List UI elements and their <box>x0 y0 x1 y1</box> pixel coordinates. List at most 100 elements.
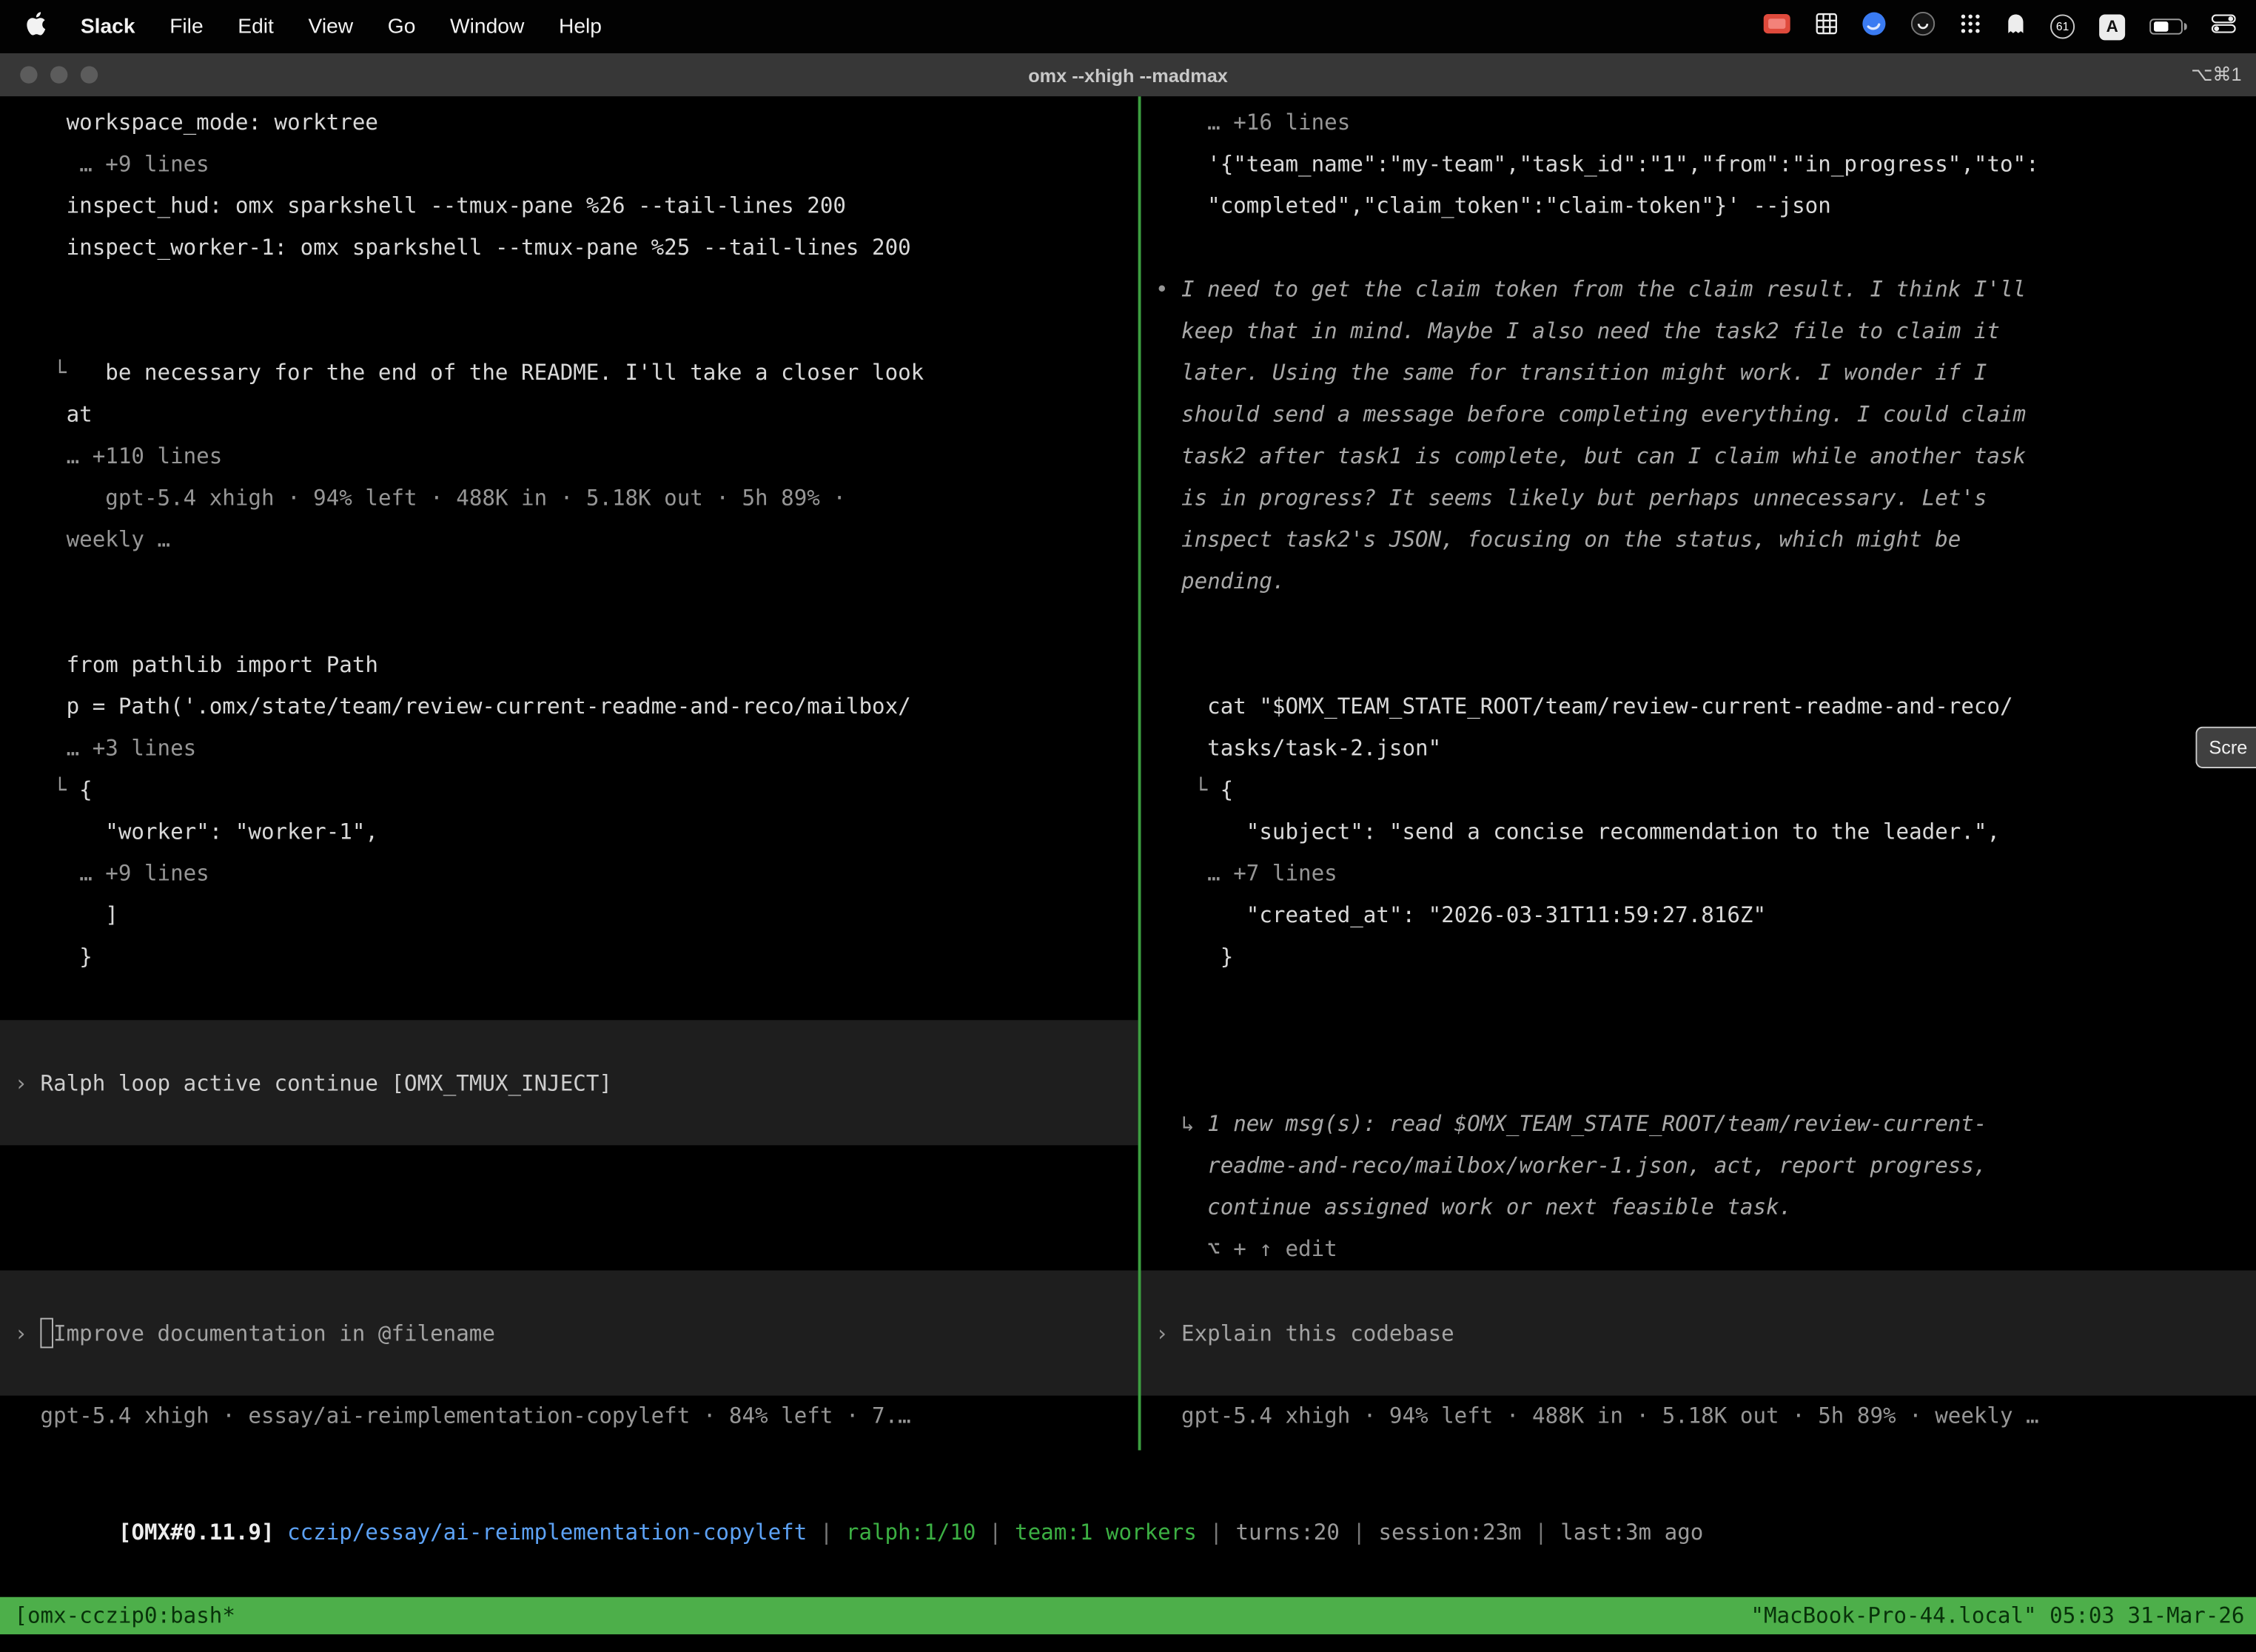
session-duration: session:23m <box>1378 1520 1521 1545</box>
terminal: workspace_mode: worktree … +9 lines insp… <box>0 96 2256 1450</box>
window-shortcut-hint: ⌥⌘1 <box>2191 64 2241 87</box>
config-line: workspace_mode: worktree <box>14 102 1138 144</box>
code-line: from pathlib import Path <box>14 645 1138 686</box>
collapsed-lines-indicator: … +9 lines <box>14 144 1138 185</box>
turns-counter: turns:20 <box>1235 1520 1339 1545</box>
usage-stats: gpt-5.4 xhigh · 94% left · 488K in · 5.1… <box>14 477 1138 519</box>
tmux-status-bar: [omx-cczip0:bash* "MacBook-Pro-44.local"… <box>0 1597 2256 1635</box>
thinking-text: keep that in mind. Maybe I also need the… <box>1155 311 2256 352</box>
command-continuation: "completed","claim_token":"claim-token"}… <box>1155 186 2256 227</box>
window-title: omx --xhigh --madmax <box>1028 64 1228 86</box>
battery-fill <box>2153 22 2169 32</box>
blank-line <box>1155 1062 2256 1104</box>
command-output: at <box>14 394 1138 436</box>
collapsed-lines-indicator: … +16 lines <box>1155 102 2256 144</box>
thinking-text: pending. <box>1155 561 2256 602</box>
menu-item-view[interactable]: View <box>309 15 354 38</box>
zoom-button[interactable] <box>81 66 98 83</box>
omx-status-line: [OMX#0.11.9]cczip/essay/ai-reimplementat… <box>14 1471 2256 1512</box>
text-cursor <box>41 1318 53 1349</box>
json-output: └{ <box>1155 770 2256 811</box>
thinking-text: is in progress? It seems likely but perh… <box>1155 477 2256 519</box>
json-output: └{ <box>14 770 1138 811</box>
prompt-suggestion[interactable]: ›Explain this codebase <box>1141 1270 2256 1395</box>
menu-item-file[interactable]: File <box>169 15 203 38</box>
blank-line <box>14 561 1138 602</box>
code-line: cat "$OMX_TEAM_STATE_ROOT/team/review-cu… <box>1155 686 2256 728</box>
prompt-icon: › <box>14 1320 27 1346</box>
screenshot-chip[interactable]: Scre <box>2196 727 2256 768</box>
blank-line <box>14 1145 1138 1186</box>
battery-icon[interactable] <box>2149 19 2187 35</box>
json-output: } <box>1155 936 2256 978</box>
elbow-icon: └ <box>53 360 67 386</box>
tmux-hostname-clock: "MacBook-Pro-44.local" 05:03 31-Mar-26 <box>1750 1603 2244 1629</box>
menu-item-help[interactable]: Help <box>559 15 602 38</box>
omx-version: [OMX#0.11.9] <box>118 1520 275 1545</box>
app-menu-slack[interactable]: Slack <box>81 15 135 38</box>
control-center-icon[interactable] <box>2212 13 2236 39</box>
dots-grid-icon[interactable] <box>1960 13 1981 41</box>
apple-menu-icon[interactable] <box>26 12 46 42</box>
bottom-strip <box>0 1634 2256 1651</box>
omx-status-area: [OMX#0.11.9]cczip/essay/ai-reimplementat… <box>0 1450 2256 1596</box>
ralph-counter: ralph:1/10 <box>846 1520 976 1545</box>
code-line: tasks/task-2.json" <box>1155 728 2256 770</box>
menu-bar: Slack File Edit View Go Window Help 61 A <box>0 0 2256 53</box>
meter-icon[interactable]: 61 <box>2050 14 2075 38</box>
input-source-icon[interactable]: A <box>2099 13 2125 39</box>
terminal-pane-right: … +16 lines '{"team_name":"my-team","tas… <box>1141 96 2256 1450</box>
arrow-icon: ↳ <box>1181 1111 1195 1137</box>
ran-command-line: •Rantmux capture-pane -t %25 -p -S -80 <box>14 311 1138 352</box>
traffic-lights <box>20 53 98 96</box>
code-line: p = Path('.omx/state/team/review-current… <box>14 686 1138 728</box>
thinking-text: task2 after task1 is complete, but can I… <box>1155 436 2256 477</box>
mailbox-message: ↳1 new msg(s): read $OMX_TEAM_STATE_ROOT… <box>1155 1104 2256 1145</box>
collapsed-lines-indicator: … +7 lines <box>1155 853 2256 895</box>
grid-icon[interactable] <box>1816 13 1837 41</box>
screen-recording-icon[interactable] <box>1762 13 1791 41</box>
thinking-text: inspect task2's JSON, focusing on the st… <box>1155 520 2256 561</box>
json-output: "subject": "send a concise recommendatio… <box>1155 811 2256 853</box>
ran-command-line: •Ranpython3 - <<'PY' <box>14 602 1138 644</box>
menu-item-edit[interactable]: Edit <box>238 15 274 38</box>
menu-item-window[interactable]: Window <box>450 15 524 38</box>
mailbox-message: continue assigned work or next feasible … <box>1155 1187 2256 1229</box>
menu-bar-left: Slack File Edit View Go Window Help <box>26 12 602 42</box>
working-status-line: •Working (6m 38s • esc to interrupt) <box>14 1187 1138 1229</box>
team-workers: team:1 workers <box>1015 1520 1197 1545</box>
elbow-icon: └ <box>1195 777 1208 803</box>
usage-stats: weekly … <box>14 520 1138 561</box>
window-title-bar: omx --xhigh --madmax ⌥⌘1 <box>0 53 2256 96</box>
waiting-status-line: •Waiting for background terminal (3m 46s… <box>1155 1020 2256 1061</box>
json-output: "created_at": "2026-03-31T11:59:27.816Z" <box>1155 895 2256 936</box>
prompt-suggestion[interactable]: ›Improve documentation in @filename <box>0 1270 1138 1395</box>
thinking-text: later. Using the same for transition mig… <box>1155 352 2256 394</box>
ghost-icon[interactable] <box>2006 13 2026 41</box>
minimize-button[interactable] <box>50 66 67 83</box>
bullet-icon: • <box>1155 276 1169 302</box>
model-status-line: gpt-5.4 xhigh · 94% left · 488K in · 5.1… <box>1155 1396 2256 1437</box>
tmux-window-name: [omx-cczip0:bash* <box>14 1603 235 1629</box>
blank-line <box>1155 227 2256 269</box>
mailbox-message: readme-and-reco/mailbox/worker-1.json, a… <box>1155 1145 2256 1186</box>
thinking-text: •I need to get the claim token from the … <box>1155 269 2256 311</box>
terminal-pane-left: workspace_mode: worktree … +9 lines insp… <box>0 96 1138 1450</box>
screen: Slack File Edit View Go Window Help 61 A <box>0 0 2256 1652</box>
last-activity: last:3m ago <box>1560 1520 1703 1545</box>
close-button[interactable] <box>20 66 37 83</box>
blank-line <box>14 1229 1138 1270</box>
dark-app-icon[interactable] <box>1910 11 1935 43</box>
model-status-line: gpt-5.4 xhigh · essay/ai-reimplementatio… <box>14 1396 1138 1437</box>
config-line: inspect_hud: omx sparkshell --tmux-pane … <box>14 186 1138 227</box>
blank-line <box>14 978 1138 1020</box>
menu-item-go[interactable]: Go <box>388 15 416 38</box>
blue-app-icon[interactable] <box>1861 11 1886 43</box>
ran-command-line: •Ranset -euo pipefail <box>1155 645 2256 686</box>
blank-line <box>1155 602 2256 644</box>
collapsed-lines-indicator: … +3 lines <box>14 728 1138 770</box>
prompt-icon: › <box>1155 1320 1169 1346</box>
json-output: "worker": "worker-1", <box>14 811 1138 853</box>
collapsed-lines-indicator: … +9 lines <box>14 853 1138 895</box>
edit-hint: ⌥ + ↑ edit <box>1155 1229 2256 1270</box>
